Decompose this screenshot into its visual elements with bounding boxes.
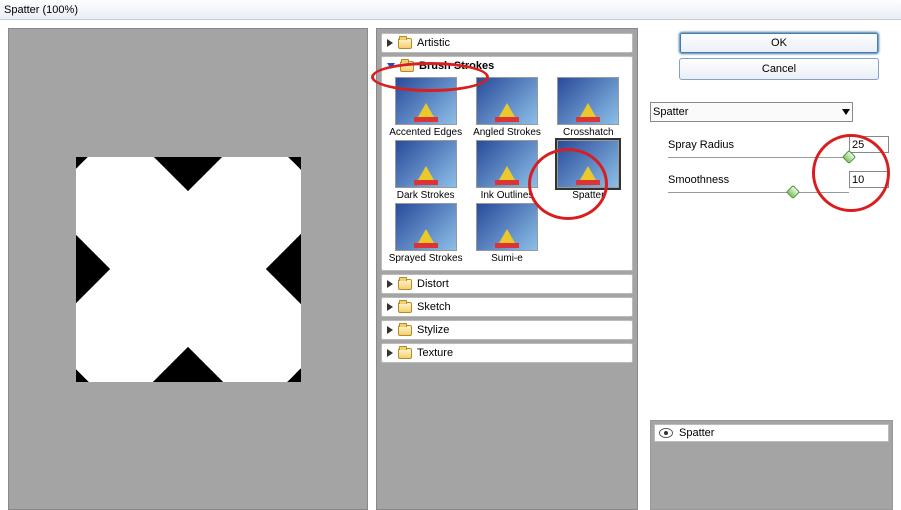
param-smoothness: Smoothness xyxy=(650,171,893,188)
filter-thumb-crosshatch[interactable]: Crosshatch xyxy=(549,77,628,138)
category-distort[interactable]: Distort xyxy=(382,275,632,293)
thumb-image xyxy=(395,77,457,125)
folder-icon xyxy=(398,302,412,313)
title-bar: Spatter (100%) xyxy=(0,0,901,20)
chevron-down-icon xyxy=(842,109,850,115)
category-label: Artistic xyxy=(417,37,450,49)
preview-pane xyxy=(8,28,368,510)
category-brush-strokes[interactable]: Brush Strokes xyxy=(382,57,632,75)
thumb-image xyxy=(557,140,619,188)
cancel-button[interactable]: Cancel xyxy=(679,58,879,80)
ok-button[interactable]: OK xyxy=(679,32,879,54)
folder-icon xyxy=(398,325,412,336)
filter-select[interactable]: Spatter xyxy=(650,102,853,122)
filter-thumb-accented-edges[interactable]: Accented Edges xyxy=(386,77,465,138)
thumb-image xyxy=(476,77,538,125)
main-area: Artistic Brush Strokes Accented Edges Angle… xyxy=(0,20,901,510)
triangle-right-icon xyxy=(387,39,393,47)
thumb-image xyxy=(557,77,619,125)
filter-thumb-spatter[interactable]: Spatter xyxy=(549,140,628,201)
window-title: Spatter (100%) xyxy=(4,4,78,16)
triangle-right-icon xyxy=(387,303,393,311)
thumb-label: Accented Edges xyxy=(389,127,462,138)
thumb-label: Sumi-e xyxy=(491,253,523,264)
filter-thumb-angled-strokes[interactable]: Angled Strokes xyxy=(467,77,546,138)
folder-icon xyxy=(398,38,412,49)
preview-image xyxy=(76,157,301,382)
filter-gallery-scroll[interactable]: Artistic Brush Strokes Accented Edges Angle… xyxy=(376,28,638,510)
stack-layer-spatter[interactable]: Spatter xyxy=(654,424,889,442)
category-label: Distort xyxy=(417,278,449,290)
folder-icon xyxy=(400,61,414,72)
folder-icon xyxy=(398,348,412,359)
ok-button-label: OK xyxy=(771,37,787,49)
triangle-right-icon xyxy=(387,326,393,334)
thumb-label: Spatter xyxy=(572,190,604,201)
spray-radius-slider[interactable] xyxy=(668,153,889,163)
thumb-image xyxy=(476,203,538,251)
filter-thumb-ink-outlines[interactable]: Ink Outlines xyxy=(467,140,546,201)
category-artistic[interactable]: Artistic xyxy=(382,34,632,52)
controls-pane: OK Cancel Spatter Spray Radius Smoothnes… xyxy=(642,20,901,510)
category-label: Stylize xyxy=(417,324,449,336)
category-sketch[interactable]: Sketch xyxy=(382,298,632,316)
filter-select-value: Spatter xyxy=(653,106,688,118)
smoothness-input[interactable] xyxy=(849,171,889,188)
triangle-right-icon xyxy=(387,349,393,357)
triangle-right-icon xyxy=(387,280,393,288)
thumb-label: Sprayed Strokes xyxy=(389,253,463,264)
thumb-image xyxy=(395,203,457,251)
spray-radius-label: Spray Radius xyxy=(668,139,734,151)
smoothness-label: Smoothness xyxy=(668,174,729,186)
param-spray-radius: Spray Radius xyxy=(650,136,893,153)
visibility-eye-icon[interactable] xyxy=(659,428,673,438)
thumb-label: Crosshatch xyxy=(563,127,614,138)
spray-radius-input[interactable] xyxy=(849,136,889,153)
category-label: Sketch xyxy=(417,301,451,313)
smoothness-slider[interactable] xyxy=(668,188,889,198)
thumb-label: Dark Strokes xyxy=(397,190,455,201)
thumb-image xyxy=(395,140,457,188)
category-label: Brush Strokes xyxy=(419,60,494,72)
filter-thumb-sprayed-strokes[interactable]: Sprayed Strokes xyxy=(386,203,465,264)
triangle-down-icon xyxy=(387,63,395,69)
category-label: Texture xyxy=(417,347,453,359)
thumb-label: Ink Outlines xyxy=(481,190,534,201)
thumb-label: Angled Strokes xyxy=(473,127,541,138)
filter-gallery: Artistic Brush Strokes Accented Edges Angle… xyxy=(376,28,638,510)
effect-stack: Spatter xyxy=(650,420,893,510)
filter-thumb-sumi-e[interactable]: Sumi-e xyxy=(467,203,546,264)
category-texture[interactable]: Texture xyxy=(382,344,632,362)
filter-thumb-dark-strokes[interactable]: Dark Strokes xyxy=(386,140,465,201)
category-stylize[interactable]: Stylize xyxy=(382,321,632,339)
folder-icon xyxy=(398,279,412,290)
stack-layer-label: Spatter xyxy=(679,427,714,439)
thumb-image xyxy=(476,140,538,188)
cancel-button-label: Cancel xyxy=(762,63,796,75)
